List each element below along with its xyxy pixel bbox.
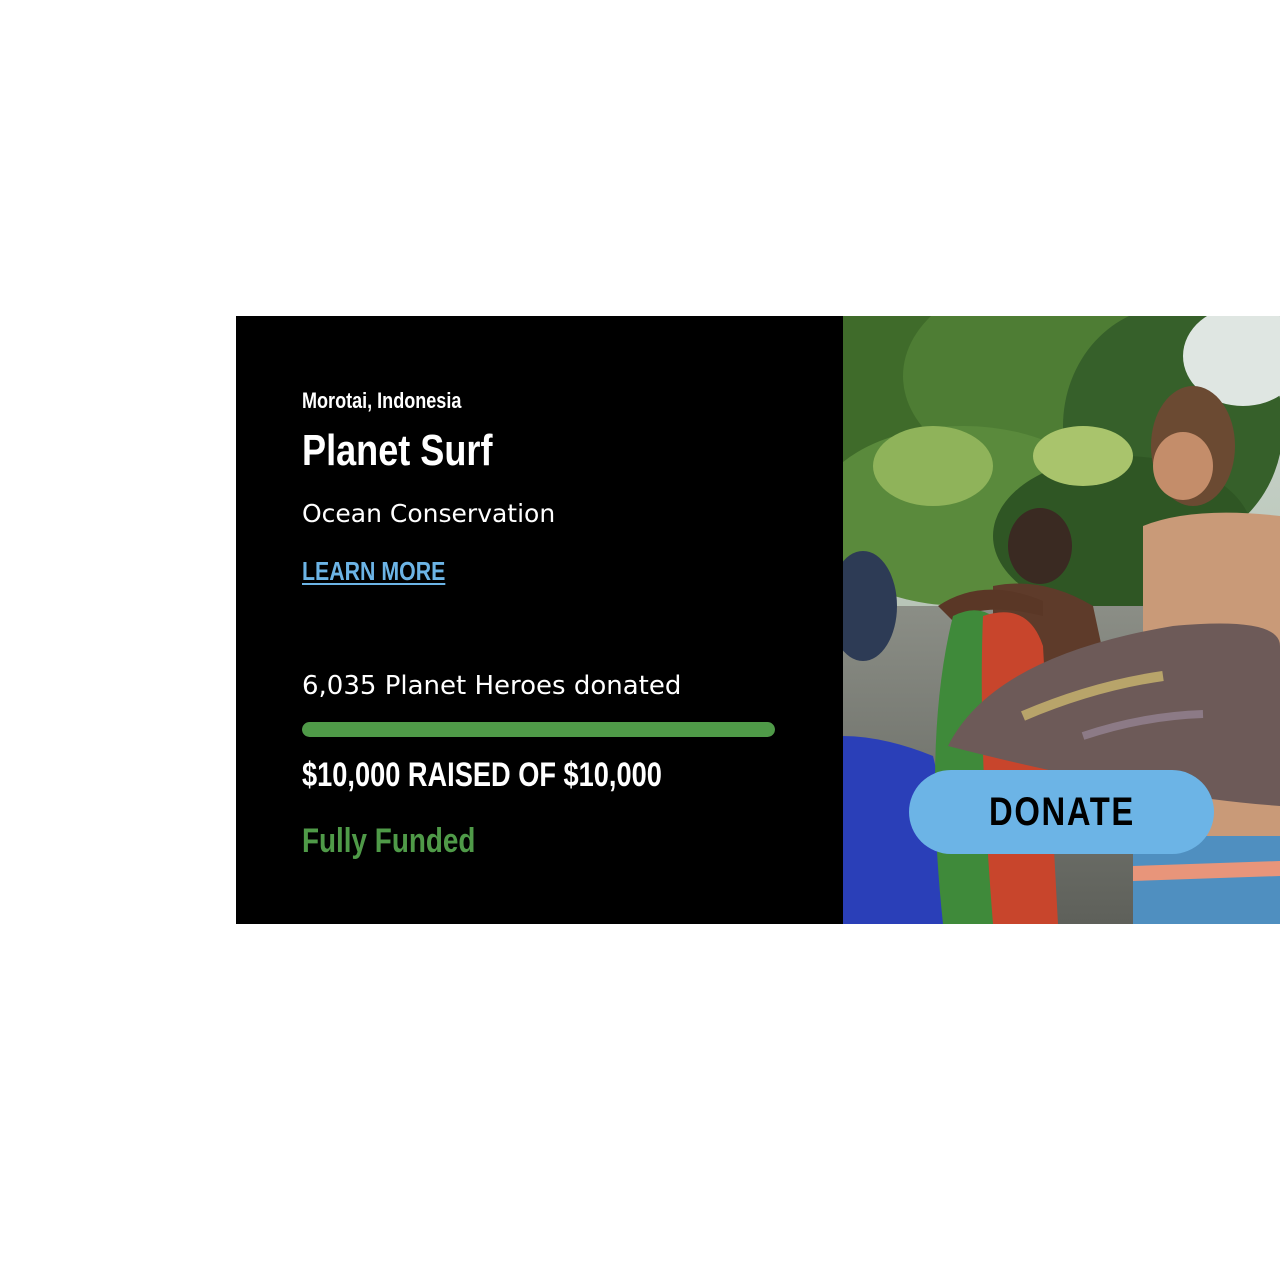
donate-button[interactable]: DONATE — [909, 770, 1214, 854]
donor-count: 6,035 Planet Heroes donated — [302, 671, 682, 701]
project-location: Morotai, Indonesia — [302, 388, 462, 413]
funding-progress-bar — [302, 722, 775, 737]
funding-progress-fill — [302, 722, 775, 737]
project-title: Planet Surf — [302, 426, 493, 475]
project-card: Morotai, Indonesia Planet Surf Ocean Con… — [236, 316, 1280, 924]
amount-raised: $10,000 RAISED OF $10,000 — [302, 756, 662, 794]
funding-status: Fully Funded — [302, 822, 476, 860]
project-category: Ocean Conservation — [302, 499, 556, 528]
project-info-panel: Morotai, Indonesia Planet Surf Ocean Con… — [236, 316, 843, 924]
learn-more-link[interactable]: LEARN MORE — [302, 556, 445, 587]
donate-button-label: DONATE — [988, 789, 1135, 834]
